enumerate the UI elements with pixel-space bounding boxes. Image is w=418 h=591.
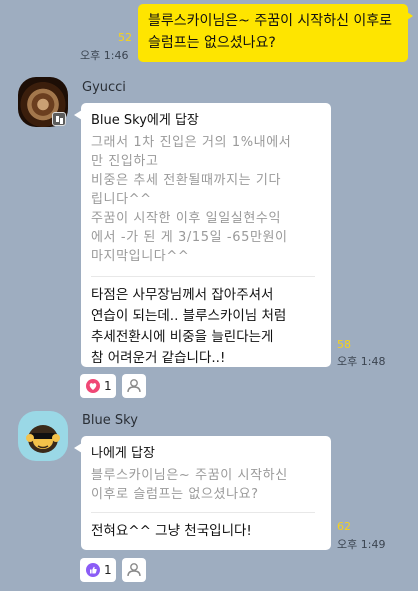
reaction-like[interactable]: 1 xyxy=(80,558,116,582)
sender-name: Blue Sky xyxy=(82,413,138,428)
character-icon xyxy=(26,425,60,453)
reaction-count: 1 xyxy=(104,563,112,577)
unread-count: 52 xyxy=(118,31,132,44)
message-time: 오후 1:46 xyxy=(80,49,129,62)
like-icon xyxy=(86,563,100,577)
reply-divider xyxy=(91,512,315,513)
reply-message-bubble[interactable]: 나에게 답장 블루스카이님은~ 주꿈이 시작하신 이후로 슬럼프는 없으셨나요?… xyxy=(81,436,331,550)
profile-badge-icon xyxy=(52,112,66,126)
reply-message-text: 타점은 사무장님께서 잡아주셔서 연습이 되는데.. 블루스카이님 처럼 추세전… xyxy=(91,287,287,366)
quoted-message[interactable]: 그래서 1차 진입은 거의 1%내에서 만 진입하고 비중은 추세 전환될때까지… xyxy=(89,133,323,266)
unread-count: 58 xyxy=(337,338,351,351)
add-reaction-button[interactable] xyxy=(122,374,146,398)
quoted-message[interactable]: 블루스카이님은~ 주꿈이 시작하신 이후로 슬럼프는 없으셨나요? xyxy=(89,466,323,504)
person-icon xyxy=(127,379,141,393)
reaction-heart[interactable]: 1 xyxy=(80,374,116,398)
reply-message-bubble[interactable]: Blue Sky에게 답장 그래서 1차 진입은 거의 1%내에서 만 진입하고… xyxy=(81,103,331,367)
reaction-count: 1 xyxy=(104,379,112,393)
reply-divider xyxy=(91,276,315,277)
outgoing-message-text: 블루스카이님은~ 주꿈이 시작하신 이후로 슬럼프는 없으셨나요? xyxy=(148,13,393,51)
reply-target-label: Blue Sky에게 답장 xyxy=(91,113,199,128)
person-icon xyxy=(127,563,141,577)
heart-icon xyxy=(86,379,100,393)
unread-count: 62 xyxy=(337,520,351,533)
outgoing-bubble-tail xyxy=(404,10,413,22)
reply-target-label: 나에게 답장 xyxy=(91,446,155,461)
message-time: 오후 1:49 xyxy=(337,538,386,551)
avatar-blue-sky[interactable] xyxy=(18,411,68,461)
message-time: 오후 1:48 xyxy=(337,355,386,368)
outgoing-message-bubble[interactable]: 블루스카이님은~ 주꿈이 시작하신 이후로 슬럼프는 없으셨나요? xyxy=(138,4,408,62)
reply-message-text: 전혀요^^ 그냥 천국입니다! xyxy=(91,523,252,539)
sender-name: Gyucci xyxy=(82,80,126,95)
add-reaction-button[interactable] xyxy=(122,558,146,582)
